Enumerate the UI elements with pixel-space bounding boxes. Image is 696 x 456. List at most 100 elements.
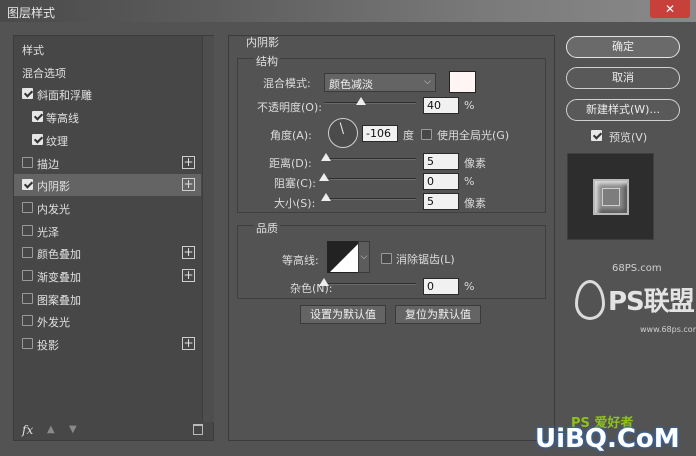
set-default-button[interactable]: 设置为默认值 [300,305,386,324]
opacity-slider[interactable] [324,97,416,105]
watermark-68ps-url: www.68ps.com [640,325,696,334]
global-light-label: 使用全局光(G) [437,129,510,142]
watermark-uibq: UiBQ.CoM [535,424,680,454]
style-item-checkbox[interactable] [22,270,33,281]
style-item-label: 样式 [22,44,44,57]
style-item-label: 投影 [37,339,59,353]
move-up-icon[interactable]: ▲ [47,424,55,435]
style-item[interactable]: 纹理 [14,129,201,151]
distance-label: 距离(D): [269,157,312,170]
cancel-button[interactable]: 取消 [566,67,680,89]
opacity-unit: % [464,99,475,112]
style-item[interactable]: 样式 [14,38,201,60]
size-slider-thumb[interactable] [320,193,331,201]
style-item-label: 内阴影 [37,180,70,194]
style-item[interactable]: 渐变叠加 + [14,265,201,287]
angle-needle [339,122,344,135]
opacity-slider-thumb[interactable] [355,97,366,105]
quality-group: 品质 等高线: ⌵ 消除锯齿(L) 杂色(N): 0 % [237,220,546,299]
style-item[interactable]: 外发光 [14,310,201,332]
new-style-button[interactable]: 新建样式(W)... [566,99,680,121]
style-item-checkbox[interactable] [32,111,43,123]
structure-title: 结构 [254,53,280,69]
choke-unit: % [464,175,475,188]
style-item[interactable]: 内发光 [14,197,201,219]
trash-icon[interactable] [193,424,203,435]
style-item[interactable]: 混合选项 [14,61,201,83]
style-item[interactable]: 内阴影 + [14,174,201,197]
choke-input[interactable]: 0 [423,173,459,190]
noise-slider-thumb[interactable] [319,278,329,286]
add-style-icon[interactable]: + [182,269,195,282]
distance-slider-thumb[interactable] [320,153,331,161]
blend-mode-label: 混合模式: [263,77,311,90]
style-item[interactable]: 斜面和浮雕 [14,83,201,105]
fx-menu-button[interactable]: fx [22,423,33,437]
style-item-checkbox[interactable] [22,292,33,304]
style-item-label: 内发光 [37,202,70,216]
add-style-icon[interactable]: + [182,246,195,260]
distance-input[interactable]: 5 [423,153,459,170]
style-item[interactable]: 光泽 [14,220,201,242]
preview-checkbox[interactable] [591,130,602,141]
style-item-label: 图案叠加 [37,293,81,307]
blend-color-swatch[interactable] [449,71,476,93]
style-item-checkbox[interactable] [22,338,33,350]
angle-label: 角度(A): [270,129,312,142]
opacity-input[interactable]: 40 [423,97,459,114]
quality-title: 品质 [254,220,280,236]
angle-dial[interactable] [328,118,358,148]
contour-preview[interactable] [327,241,359,273]
noise-unit: % [464,280,475,293]
style-item-checkbox[interactable] [22,201,33,213]
watermark-ps-league: PS联盟 [608,287,695,317]
add-style-icon[interactable]: + [182,155,195,169]
close-button[interactable]: ✕ [650,0,690,18]
noise-slider[interactable] [319,278,416,286]
style-item-checkbox[interactable] [22,179,33,191]
choke-label: 阻塞(C): [274,177,316,190]
styles-list-toolbar: fx ▲ ▼ [14,422,213,441]
distance-unit: 像素 [464,157,486,170]
preview-swatch [593,179,629,215]
style-item[interactable]: 投影 + [14,333,201,355]
move-down-icon[interactable]: ▼ [69,424,77,435]
style-item-label: 纹理 [46,134,68,148]
blend-mode-select[interactable]: 颜色减淡 ⌵ [324,73,436,92]
contour-label: 等高线: [282,254,319,267]
reset-default-button[interactable]: 复位为默认值 [395,305,481,324]
preview-swatch-inner [602,188,620,206]
style-item-label: 描边 [37,157,59,171]
add-style-icon[interactable]: + [182,178,195,192]
inner-shadow-panel: 内阴影 结构 混合模式: 颜色减淡 ⌵ 不透明度(O): 40 % 角度(A):… [228,35,555,441]
style-item[interactable]: 图案叠加 [14,288,201,310]
ps-league-logo [575,280,605,320]
choke-slider[interactable] [319,173,416,181]
style-item-checkbox[interactable] [22,224,33,236]
size-slider[interactable] [320,193,416,201]
ok-button[interactable]: 确定 [566,36,680,58]
style-item-checkbox[interactable] [22,247,33,259]
styles-list-panel: 样式混合选项 斜面和浮雕 等高线纹理描边 + 内阴影 + 内发光光泽 颜色叠加 + 渐变叠加 + 图案… [13,35,214,441]
noise-input[interactable]: 0 [423,278,459,295]
blend-mode-value: 颜色减淡 [329,78,373,91]
antialias-checkbox[interactable] [381,253,392,264]
distance-slider[interactable] [320,153,416,161]
angle-input[interactable]: -106 [362,125,398,142]
style-item-checkbox[interactable] [22,88,33,100]
style-item-checkbox[interactable] [22,156,33,168]
antialias-label: 消除锯齿(L) [396,253,455,266]
style-item[interactable]: 描边 + [14,152,201,174]
style-item-checkbox[interactable] [22,315,33,327]
style-item[interactable]: 等高线 [14,106,201,128]
contour-dropdown-arrow[interactable]: ⌵ [358,241,370,273]
choke-slider-thumb[interactable] [319,173,329,181]
style-item-label: 外发光 [37,316,70,330]
size-input[interactable]: 5 [423,193,459,210]
style-item-checkbox[interactable] [32,133,43,145]
style-item[interactable]: 颜色叠加 + [14,242,201,264]
title-bar[interactable]: 图层样式 ✕ [0,0,696,22]
styles-list-scrollbar[interactable] [202,36,214,422]
add-style-icon[interactable]: + [182,337,195,351]
global-light-checkbox[interactable] [421,129,432,140]
